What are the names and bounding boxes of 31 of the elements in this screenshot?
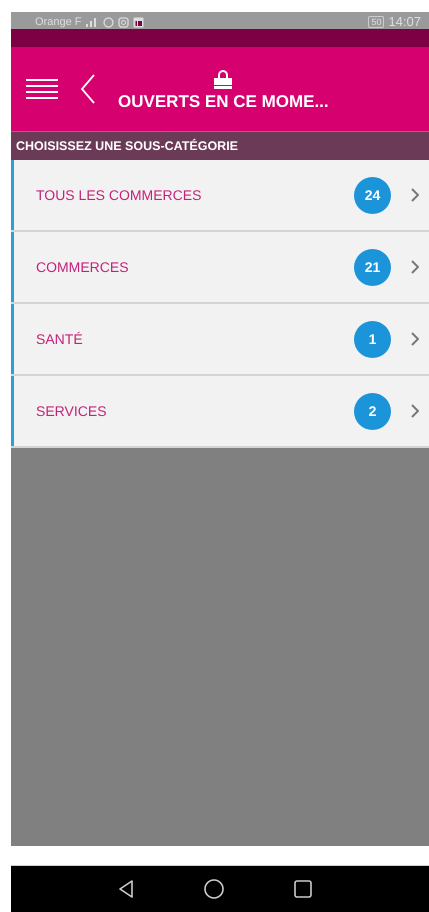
category-row[interactable]: SERVICES 2 — [11, 376, 429, 446]
battery-level: 50 — [368, 16, 384, 28]
count-badge: 2 — [354, 392, 391, 430]
back-nav-icon[interactable] — [118, 879, 134, 899]
shopping-bag-icon — [213, 70, 234, 90]
back-button[interactable] — [80, 74, 96, 104]
chevron-right-icon — [411, 332, 419, 346]
category-row[interactable]: SANTÉ 1 — [11, 304, 429, 374]
chevron-right-icon — [411, 260, 419, 274]
category-label: TOUS LES COMMERCES — [36, 187, 202, 203]
count-badge: 21 — [354, 248, 391, 286]
back-icon — [80, 74, 96, 104]
recents-nav-icon[interactable] — [294, 880, 312, 898]
screen-title: OUVERTS EN CE MOME... — [118, 92, 329, 112]
subheader-title: CHOISISSEZ UNE SOUS-CATÉGORIE — [16, 139, 238, 153]
home-nav-icon[interactable] — [204, 879, 224, 899]
category-row[interactable]: COMMERCES 21 — [11, 232, 429, 302]
count-badge: 24 — [354, 176, 391, 214]
count-badge: 1 — [354, 320, 391, 358]
category-row[interactable]: TOUS LES COMMERCES 24 — [11, 160, 429, 230]
carrier-name: Orange F — [35, 16, 82, 28]
chevron-right-icon — [411, 188, 419, 202]
category-label: SANTÉ — [36, 331, 84, 347]
app-icon — [133, 16, 144, 28]
clock-time: 14:07 — [388, 14, 421, 29]
menu-button[interactable] — [26, 77, 58, 101]
chevron-right-icon — [411, 404, 419, 418]
menu-icon — [26, 77, 58, 101]
camera-icon — [118, 16, 130, 28]
category-label: COMMERCES — [36, 259, 130, 275]
category-label: SERVICES — [36, 403, 108, 419]
